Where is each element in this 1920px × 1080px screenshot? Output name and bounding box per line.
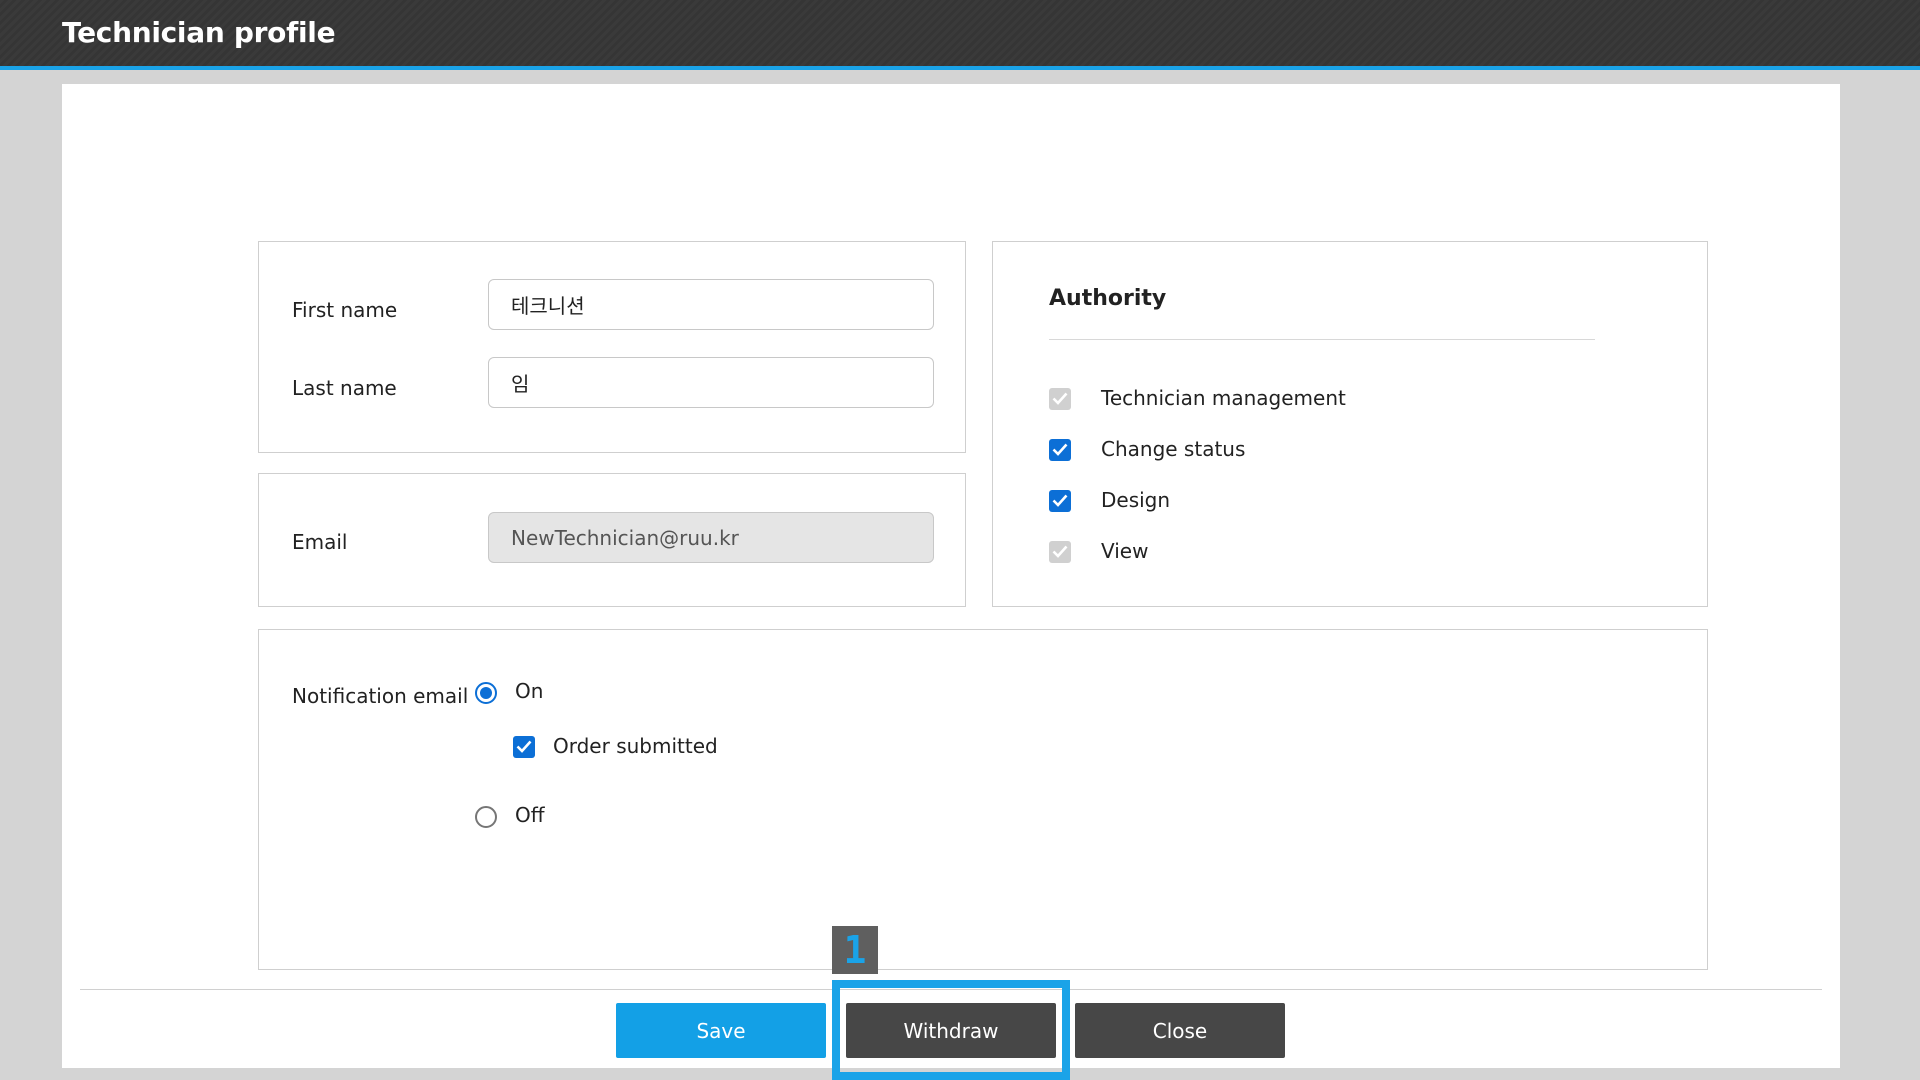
title-bar: Technician profile <box>0 0 1920 70</box>
save-button[interactable]: Save <box>616 1003 826 1058</box>
order-submitted-label: Order submitted <box>553 734 718 758</box>
profile-dialog: First name Last name Email Authority Tec… <box>62 84 1840 1068</box>
checkbox-order-submitted[interactable] <box>513 736 535 758</box>
first-name-label: First name <box>292 298 398 322</box>
name-panel: First name Last name <box>258 241 966 453</box>
window-title: Technician profile <box>62 16 336 49</box>
notification-email-label: Notification email <box>292 684 469 708</box>
authority-panel: Authority Technician management Change s… <box>992 241 1708 607</box>
notification-panel: Notification email On Order submitted Of… <box>258 629 1708 970</box>
email-panel: Email <box>258 473 966 607</box>
withdraw-button[interactable]: Withdraw <box>846 1003 1056 1058</box>
authority-title: Authority <box>1049 286 1167 311</box>
notification-off-label[interactable]: Off <box>515 803 545 827</box>
close-button[interactable]: Close <box>1075 1003 1285 1058</box>
step-number-badge: 1 <box>832 926 878 974</box>
first-name-input[interactable] <box>488 279 934 330</box>
email-field <box>488 512 934 563</box>
notification-on-label[interactable]: On <box>515 679 543 703</box>
authority-item-label: Change status <box>1101 437 1246 461</box>
email-label: Email <box>292 530 348 554</box>
footer-divider <box>80 989 1822 990</box>
authority-divider <box>1049 339 1595 340</box>
authority-item-label: View <box>1101 539 1149 563</box>
last-name-input[interactable] <box>488 357 934 408</box>
authority-item-label: Design <box>1101 488 1171 512</box>
checkbox-view <box>1049 541 1071 563</box>
last-name-label: Last name <box>292 376 397 400</box>
notification-off-radio[interactable] <box>475 806 497 828</box>
checkbox-technician-management <box>1049 388 1071 410</box>
authority-item-label: Technician management <box>1101 386 1346 410</box>
checkbox-change-status[interactable] <box>1049 439 1071 461</box>
notification-on-radio[interactable] <box>475 682 497 704</box>
checkbox-design[interactable] <box>1049 490 1071 512</box>
